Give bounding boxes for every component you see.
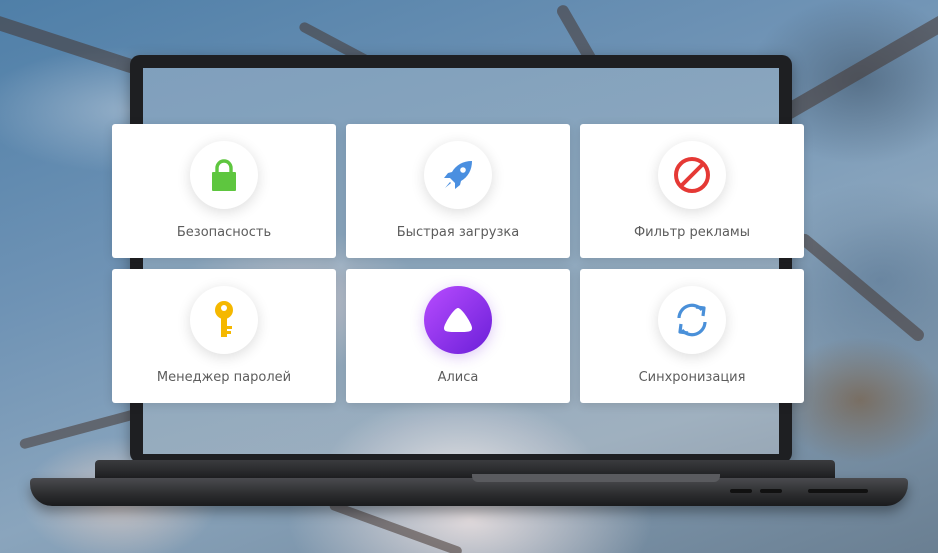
feature-label: Безопасность	[176, 225, 272, 240]
feature-label: Фильтр рекламы	[633, 225, 751, 240]
key-icon	[190, 286, 258, 354]
feature-card-security[interactable]: Безопасность	[112, 124, 336, 258]
laptop-port	[808, 489, 868, 493]
laptop-hinge	[95, 460, 835, 480]
lock-icon	[190, 141, 258, 209]
laptop-port	[730, 489, 752, 493]
sync-icon	[658, 286, 726, 354]
laptop-notch	[472, 474, 720, 482]
laptop-port	[760, 489, 782, 493]
feature-label: Алиса	[437, 370, 479, 385]
feature-card-alice[interactable]: Алиса	[346, 269, 570, 403]
alice-icon	[424, 286, 492, 354]
feature-label: Менеджер паролей	[156, 370, 292, 385]
feature-card-sync[interactable]: Синхронизация	[580, 269, 804, 403]
feature-label: Синхронизация	[638, 370, 746, 385]
feature-card-ad-filter[interactable]: Фильтр рекламы	[580, 124, 804, 258]
feature-label: Быстрая загрузка	[396, 225, 520, 240]
no-entry-icon	[658, 141, 726, 209]
feature-card-password-manager[interactable]: Менеджер паролей	[112, 269, 336, 403]
feature-card-fast-load[interactable]: Быстрая загрузка	[346, 124, 570, 258]
rocket-icon	[424, 141, 492, 209]
